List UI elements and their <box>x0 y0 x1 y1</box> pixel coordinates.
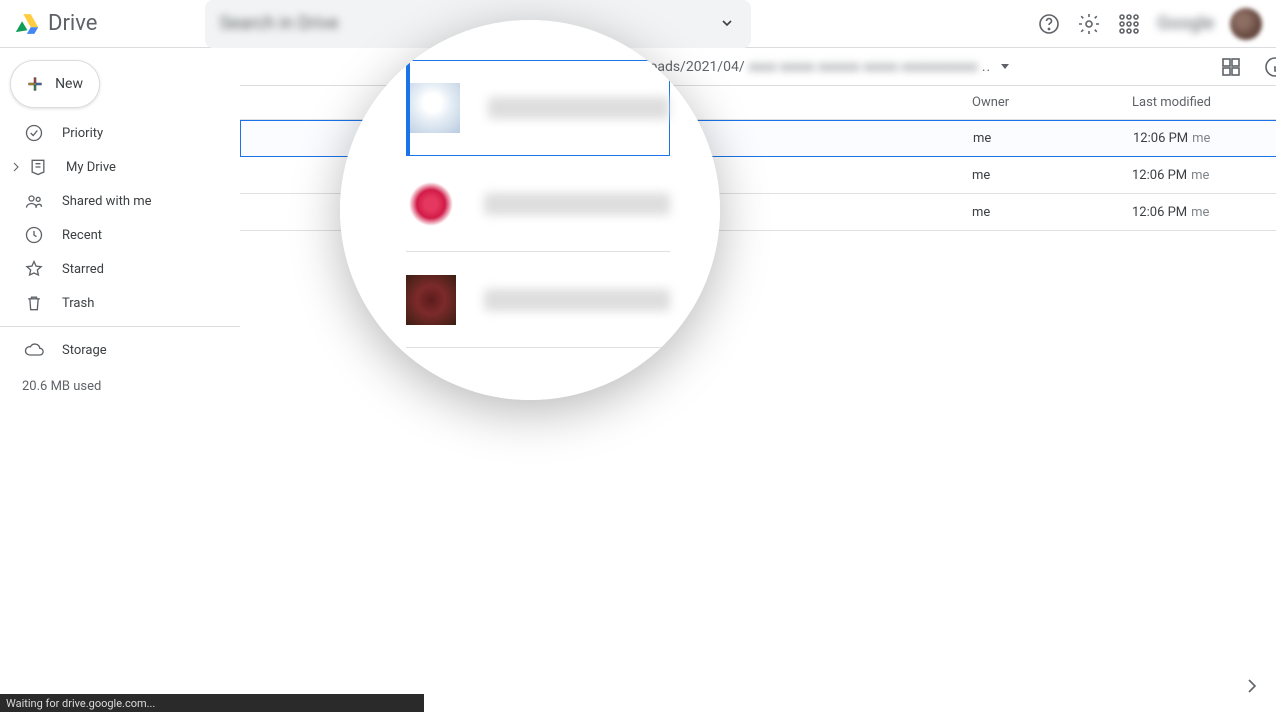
file-name-blurred <box>484 289 670 311</box>
sidebar-item-mydrive[interactable]: My Drive <box>0 150 240 184</box>
sidebar-label: Recent <box>62 228 102 243</box>
file-owner: me <box>973 131 1133 146</box>
trash-icon <box>24 293 44 313</box>
help-icon[interactable] <box>1037 12 1061 36</box>
sidebar-label: Priority <box>62 126 103 141</box>
col-header-owner[interactable]: Owner <box>972 95 1132 110</box>
magnified-file-row[interactable] <box>406 60 670 156</box>
new-button[interactable]: New <box>10 60 100 108</box>
priority-icon <box>24 123 44 143</box>
app-name: Drive <box>48 11 97 36</box>
sidebar-label: Shared with me <box>62 194 152 209</box>
sidebar-label: Starred <box>62 262 104 277</box>
sidebar: New Priority My Drive Shared with me Rec… <box>0 48 240 712</box>
magnified-file-row[interactable] <box>406 156 670 252</box>
file-modified: 12:06 PMme <box>1132 168 1276 183</box>
breadcrumb-truncation: .. <box>982 59 991 75</box>
file-modified: 12:06 PMme <box>1132 205 1276 220</box>
breadcrumb-blurred-suffix: xxxx xxxxx xxxxxx xxxxx xxxxxxxxxxx <box>749 59 978 75</box>
cloud-icon <box>24 340 44 360</box>
file-name-blurred <box>488 97 669 119</box>
sidebar-divider <box>0 326 240 327</box>
details-info-icon[interactable] <box>1263 55 1276 79</box>
status-text: Waiting for drive.google.com... <box>6 697 155 710</box>
account-brand: Google <box>1157 13 1214 34</box>
chevron-right-icon <box>8 157 24 177</box>
col-header-modified[interactable]: Last modified <box>1132 95 1276 110</box>
search-options-dropdown-icon[interactable] <box>721 14 733 33</box>
breadcrumb-dropdown-icon[interactable] <box>1001 64 1009 69</box>
star-icon <box>24 259 44 279</box>
collapse-panel-icon[interactable] <box>1240 674 1264 698</box>
plus-multicolor-icon <box>27 70 43 98</box>
magnifier-overlay <box>340 20 720 400</box>
sidebar-item-storage[interactable]: Storage <box>0 333 240 367</box>
file-name-blurred <box>484 193 670 215</box>
sidebar-item-shared[interactable]: Shared with me <box>0 184 240 218</box>
clock-icon <box>24 225 44 245</box>
sidebar-item-starred[interactable]: Starred <box>0 252 240 286</box>
sidebar-label: Storage <box>62 343 107 358</box>
drive-logo-icon <box>14 11 40 37</box>
new-button-label: New <box>55 76 83 92</box>
sidebar-item-priority[interactable]: Priority <box>0 116 240 150</box>
mydrive-icon <box>28 157 48 177</box>
sidebar-item-recent[interactable]: Recent <box>0 218 240 252</box>
magnified-file-row[interactable] <box>406 252 670 348</box>
grid-view-icon[interactable] <box>1219 55 1243 79</box>
settings-gear-icon[interactable] <box>1077 12 1101 36</box>
content-area: xxxxxxxxxxxxxxx xxxxx xxxxx /uploads/202… <box>240 48 1276 712</box>
file-thumbnail <box>406 179 456 229</box>
drive-logo[interactable]: Drive <box>14 11 97 37</box>
storage-used: 20.6 MB used <box>0 379 240 394</box>
apps-grid-icon[interactable] <box>1117 12 1141 36</box>
sidebar-label: Trash <box>62 296 94 311</box>
account-avatar[interactable] <box>1230 8 1262 40</box>
search-placeholder: Search in Drive <box>219 13 338 34</box>
file-owner: me <box>972 205 1132 220</box>
file-owner: me <box>972 168 1132 183</box>
sidebar-label: My Drive <box>66 160 116 175</box>
file-modified: 12:06 PMme <box>1133 131 1276 146</box>
file-thumbnail <box>406 275 456 325</box>
file-thumbnail <box>410 83 460 133</box>
shared-icon <box>24 191 44 211</box>
header-actions: Google <box>1037 8 1268 40</box>
browser-status-bar: Waiting for drive.google.com... <box>0 694 424 712</box>
sidebar-item-trash[interactable]: Trash <box>0 286 240 320</box>
